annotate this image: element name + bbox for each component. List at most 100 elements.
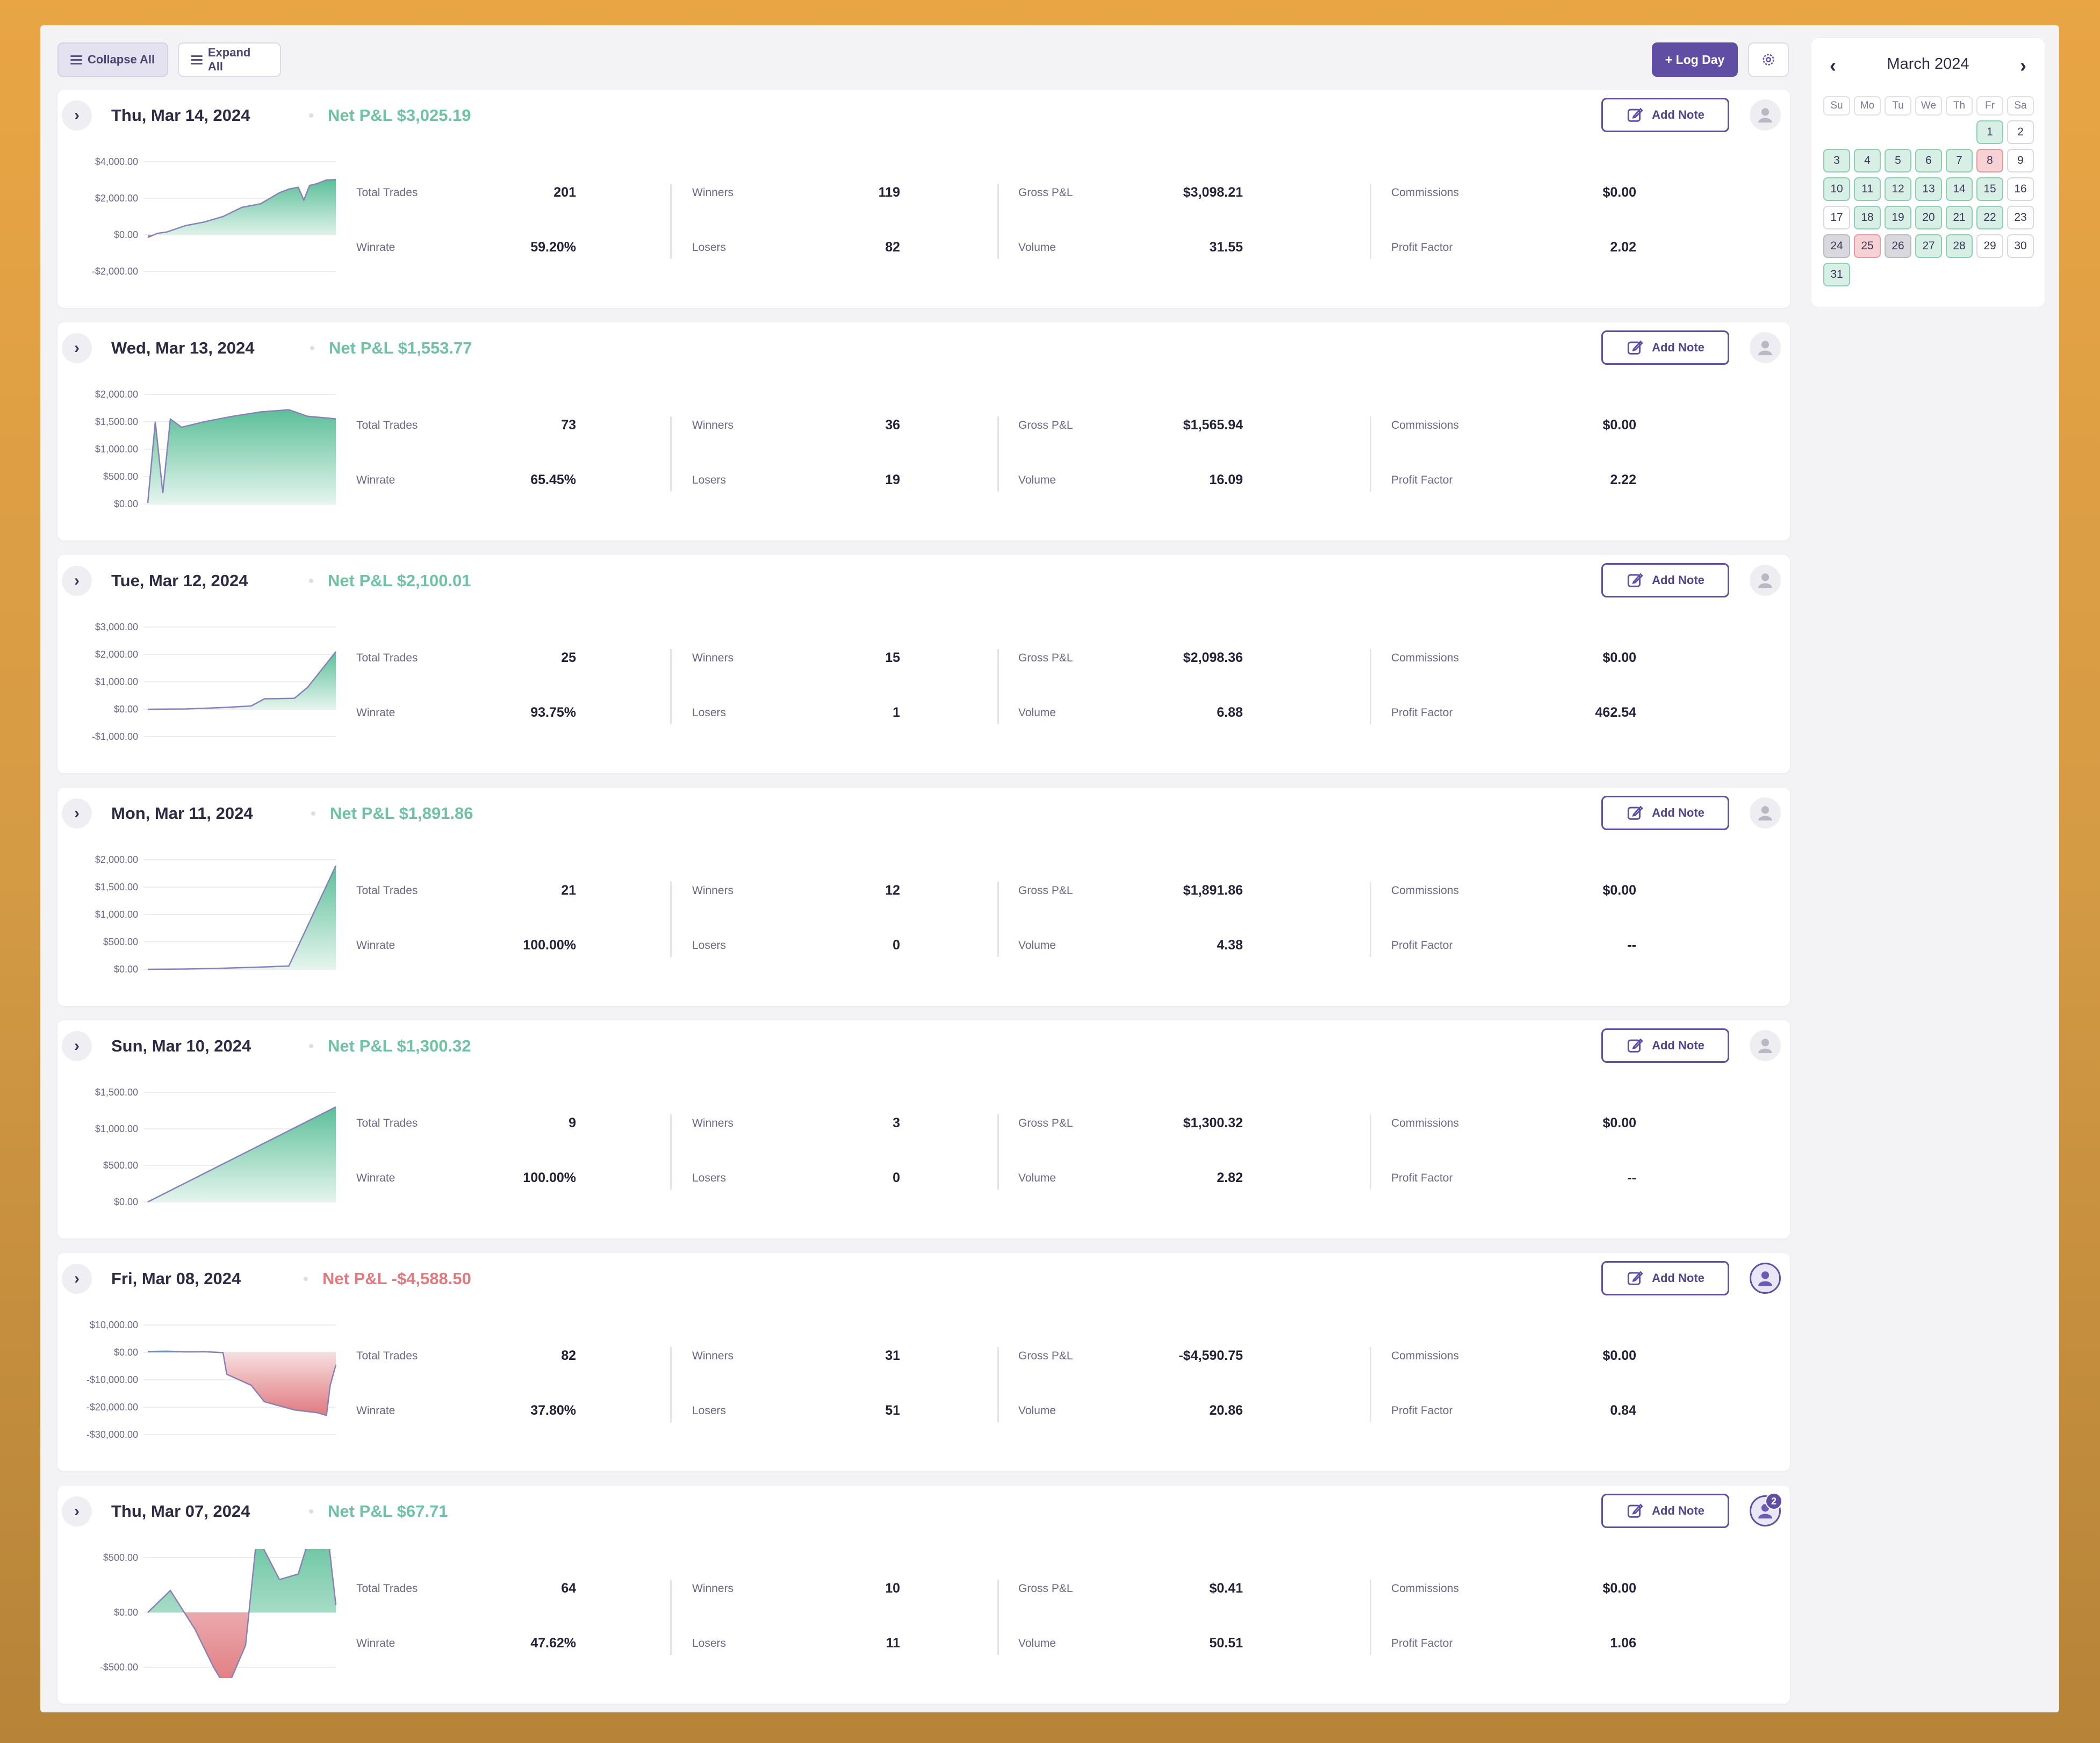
day-card: › Tue, Mar 12, 2024 Net P&L $2,100.01 Ad… — [57, 555, 1790, 773]
avatar[interactable] — [1750, 1030, 1781, 1061]
log-day-button[interactable]: + Log Day — [1652, 42, 1738, 77]
add-note-button[interactable]: Add Note — [1601, 796, 1729, 830]
expand-day-button[interactable]: › — [62, 1031, 92, 1061]
calendar-day[interactable]: 24 — [1823, 234, 1850, 258]
calendar-day[interactable]: 26 — [1885, 234, 1911, 258]
pnl-chart: $10,000.00 $0.00 -$10,000.00 -$20,000.00 -$3… — [87, 1320, 337, 1440]
stat-gross-pnl: $1,891.86 — [1183, 883, 1243, 898]
calendar-day[interactable]: 17 — [1823, 206, 1850, 229]
calendar-day[interactable]: 4 — [1854, 149, 1881, 172]
chevron-right-icon: › — [74, 339, 80, 357]
calendar-day[interactable]: 31 — [1823, 263, 1850, 286]
avatar[interactable] — [1750, 565, 1781, 596]
calendar-day[interactable]: 25 — [1854, 234, 1881, 258]
calendar-day[interactable]: 2 — [2007, 120, 2034, 144]
stat-volume: 50.51 — [1209, 1636, 1243, 1651]
calendar-day[interactable]: 15 — [1976, 177, 2003, 201]
calendar-day[interactable]: 14 — [1946, 177, 1973, 201]
add-note-button[interactable]: Add Note — [1601, 1261, 1729, 1295]
stat-label-profit-factor: Profit Factor — [1391, 1405, 1453, 1417]
calendar-empty-cell — [1885, 120, 1911, 144]
expand-day-button[interactable]: › — [62, 100, 92, 131]
calendar-day[interactable]: 10 — [1823, 177, 1850, 201]
next-month-button[interactable]: › — [2020, 54, 2026, 77]
add-note-button[interactable]: Add Note — [1601, 1028, 1729, 1063]
calendar-day[interactable]: 18 — [1854, 206, 1881, 229]
calendar-day[interactable]: 12 — [1885, 177, 1911, 201]
avatar[interactable] — [1750, 1263, 1781, 1294]
add-note-button[interactable]: Add Note — [1601, 98, 1729, 132]
stat-winrate: 47.62% — [530, 1636, 576, 1651]
calendar-day[interactable]: 21 — [1946, 206, 1973, 229]
avatar[interactable] — [1750, 332, 1781, 363]
chart-tick-label: $1,500.00 — [95, 1087, 138, 1098]
expand-day-button[interactable]: › — [62, 798, 92, 829]
calendar-day[interactable]: 20 — [1915, 206, 1942, 229]
collapse-all-button[interactable]: Collapse All — [57, 42, 168, 77]
calendar-day[interactable]: 11 — [1854, 177, 1881, 201]
calendar-day[interactable]: 3 — [1823, 149, 1850, 172]
calendar-day[interactable]: 5 — [1885, 149, 1911, 172]
add-note-button[interactable]: Add Note — [1601, 563, 1729, 597]
expand-day-button[interactable]: › — [62, 1496, 92, 1526]
stat-divider — [997, 1580, 999, 1655]
calendar-day[interactable]: 13 — [1915, 177, 1942, 201]
add-note-button[interactable]: Add Note — [1601, 330, 1729, 365]
calendar-day[interactable]: 22 — [1976, 206, 2003, 229]
stat-label-winners: Winners — [692, 186, 734, 199]
day-date: Mon, Mar 11, 2024 — [111, 804, 253, 823]
stat-label-losers: Losers — [692, 241, 727, 254]
stat-label-losers: Losers — [692, 1405, 727, 1417]
expand-day-button[interactable]: › — [62, 1264, 92, 1294]
calendar-day[interactable]: 9 — [2007, 149, 2034, 172]
pnl-chart: $2,000.00 $1,500.00 $1,000.00 $500.00 $0.00 — [95, 854, 337, 975]
chart-tick-label: $1,000.00 — [95, 444, 138, 455]
stat-divider — [670, 184, 672, 259]
stat-label-gross-pnl: Gross P&L — [1018, 186, 1073, 199]
stat-winrate: 59.20% — [530, 240, 576, 255]
chart-tick-label: $0.00 — [114, 1197, 138, 1207]
settings-button[interactable] — [1748, 42, 1789, 77]
stat-label-commissions: Commissions — [1391, 419, 1459, 431]
weekday-label: Tu — [1885, 96, 1911, 116]
avatar[interactable] — [1750, 99, 1781, 131]
calendar-day[interactable]: 8 — [1976, 149, 2003, 172]
stat-divider — [997, 882, 999, 957]
calendar-day[interactable]: 6 — [1915, 149, 1942, 172]
list-icon — [70, 53, 82, 67]
stat-label-losers: Losers — [692, 1637, 727, 1650]
stat-label-volume: Volume — [1018, 474, 1056, 486]
stat-divider — [1370, 416, 1371, 492]
add-note-button[interactable]: Add Note — [1601, 1494, 1729, 1528]
calendar-day[interactable]: 27 — [1915, 234, 1942, 258]
calendar-day[interactable]: 7 — [1946, 149, 1973, 172]
calendar-day[interactable]: 28 — [1946, 234, 1973, 258]
calendar-day[interactable]: 30 — [2007, 234, 2034, 258]
calendar-day[interactable]: 23 — [2007, 206, 2034, 229]
stat-profit-factor: -- — [1627, 938, 1636, 953]
stat-profit-factor: -- — [1627, 1170, 1636, 1185]
stat-losers: 0 — [893, 1170, 900, 1185]
calendar-day[interactable]: 16 — [2007, 177, 2034, 201]
stat-volume: 20.86 — [1209, 1403, 1243, 1418]
pnl-chart: $2,000.00 $1,500.00 $1,000.00 $500.00 $0.00 — [95, 389, 336, 509]
stat-label-total-trades: Total Trades — [356, 419, 418, 431]
stat-winrate: 65.45% — [530, 472, 576, 487]
avatar[interactable]: 2 — [1750, 1493, 1782, 1526]
avatar[interactable] — [1750, 797, 1781, 829]
calendar-day[interactable]: 19 — [1885, 206, 1911, 229]
stat-divider — [997, 649, 999, 724]
chevron-right-icon: › — [74, 1502, 80, 1520]
separator-dot — [304, 1277, 308, 1281]
expand-all-button[interactable]: Expand All — [178, 42, 281, 77]
chart-tick-label: $1,000.00 — [95, 1123, 138, 1134]
separator-dot — [311, 811, 315, 816]
stat-winrate: 100.00% — [523, 938, 576, 953]
calendar-day[interactable]: 1 — [1976, 120, 2003, 144]
stat-commissions: $0.00 — [1602, 1581, 1636, 1596]
chart-tick-label: $0.00 — [114, 1607, 138, 1618]
calendar-day[interactable]: 29 — [1976, 234, 2003, 258]
expand-day-button[interactable]: › — [62, 566, 92, 596]
expand-day-button[interactable]: › — [62, 333, 92, 363]
pnl-chart: $1,500.00 $1,000.00 $500.00 $0.00 — [95, 1087, 336, 1207]
